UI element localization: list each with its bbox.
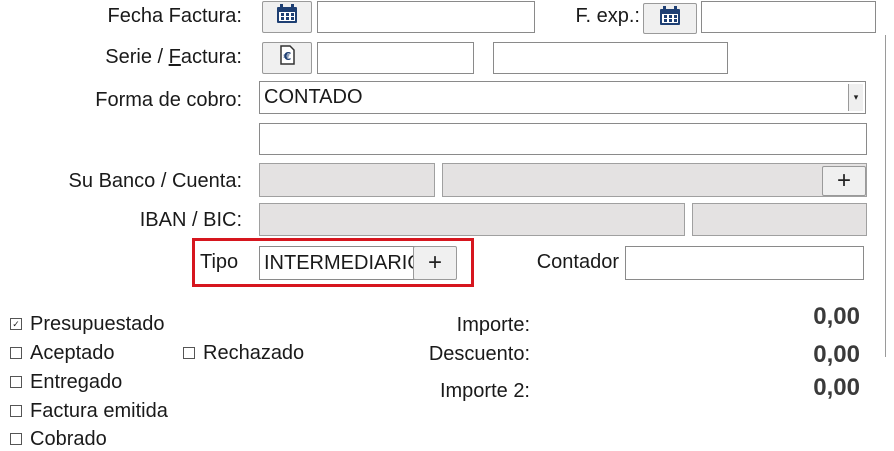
serie-factura-button[interactable]: € — [262, 42, 312, 74]
calendar-icon — [276, 4, 298, 30]
tipo-label: Tipo — [200, 251, 239, 273]
cobrado-label: Cobrado — [30, 428, 107, 450]
factura-number-input[interactable] — [493, 42, 728, 74]
importe-2-label: Importe 2: — [439, 380, 530, 402]
descuento-value: 0,00 — [813, 341, 860, 368]
plus-icon: + — [836, 167, 851, 194]
f-exp-label: F. exp.: — [575, 5, 640, 27]
factura-emitida-label: Factura emitida — [30, 400, 168, 422]
serie-factura-label-post: actura: — [180, 46, 242, 68]
f-exp-input[interactable] — [701, 1, 876, 33]
forma-cobro-label: Forma de cobro: — [95, 89, 242, 111]
contador-input[interactable] — [625, 246, 864, 280]
svg-text:€: € — [283, 50, 292, 63]
presupuestado-checkbox[interactable]: ✓ — [10, 318, 22, 330]
importe-2-value: 0,00 — [813, 374, 860, 401]
aceptado-checkbox[interactable] — [10, 347, 22, 359]
bic-input[interactable] — [692, 203, 867, 236]
add-tipo-button[interactable]: + — [413, 246, 457, 280]
factura-emitida-checkbox-row[interactable]: Factura emitida — [10, 399, 168, 423]
rechazado-checkbox-row[interactable]: Rechazado — [183, 341, 304, 365]
serie-factura-label-accesskey: F — [168, 46, 181, 68]
su-banco-cuenta-label: Su Banco / Cuenta: — [68, 170, 242, 192]
factura-emitida-checkbox[interactable] — [10, 405, 22, 417]
calendar-icon — [659, 5, 681, 32]
plus-icon: + — [427, 249, 442, 276]
panel-edge-divider — [885, 35, 886, 357]
forma-cobro-detail-input[interactable] — [259, 123, 867, 155]
banco-input[interactable] — [259, 163, 435, 197]
importe-value: 0,00 — [813, 303, 860, 330]
cobrado-checkbox-row[interactable]: Cobrado — [10, 427, 107, 451]
contador-label: Contador — [536, 251, 619, 273]
rechazado-label: Rechazado — [203, 342, 305, 364]
forma-cobro-select[interactable]: CONTADO ▾ — [259, 81, 866, 114]
presupuestado-checkbox-row[interactable]: ✓ Presupuestado — [10, 312, 165, 336]
tipo-input[interactable]: INTERMEDIARIO — [259, 246, 417, 280]
serie-factura-label-pre: Serie / — [105, 46, 169, 68]
fecha-factura-input[interactable] — [317, 1, 535, 33]
serie-factura-label: Serie / Factura: — [40, 45, 242, 69]
entregado-checkbox[interactable] — [10, 376, 22, 388]
aceptado-label: Aceptado — [30, 342, 115, 364]
rechazado-checkbox[interactable] — [183, 347, 195, 359]
cuenta-input[interactable] — [442, 163, 867, 197]
aceptado-checkbox-row[interactable]: Aceptado — [10, 341, 115, 365]
presupuestado-label: Presupuestado — [30, 313, 165, 335]
chevron-down-icon[interactable]: ▾ — [848, 84, 863, 111]
serie-input[interactable] — [317, 42, 474, 74]
add-cuenta-button[interactable]: + — [822, 166, 866, 196]
importe-label: Importe: — [456, 314, 530, 336]
forma-cobro-selected-value: CONTADO — [264, 86, 363, 108]
iban-bic-label: IBAN / BIC: — [139, 209, 242, 231]
euro-icon: € — [278, 44, 296, 72]
fecha-factura-label: Fecha Factura: — [107, 5, 242, 27]
f-exp-calendar-button[interactable] — [643, 3, 697, 34]
iban-input[interactable] — [259, 203, 685, 236]
fecha-factura-calendar-button[interactable] — [262, 1, 312, 33]
entregado-label: Entregado — [30, 371, 123, 393]
descuento-label: Descuento: — [428, 343, 530, 365]
entregado-checkbox-row[interactable]: Entregado — [10, 370, 122, 394]
